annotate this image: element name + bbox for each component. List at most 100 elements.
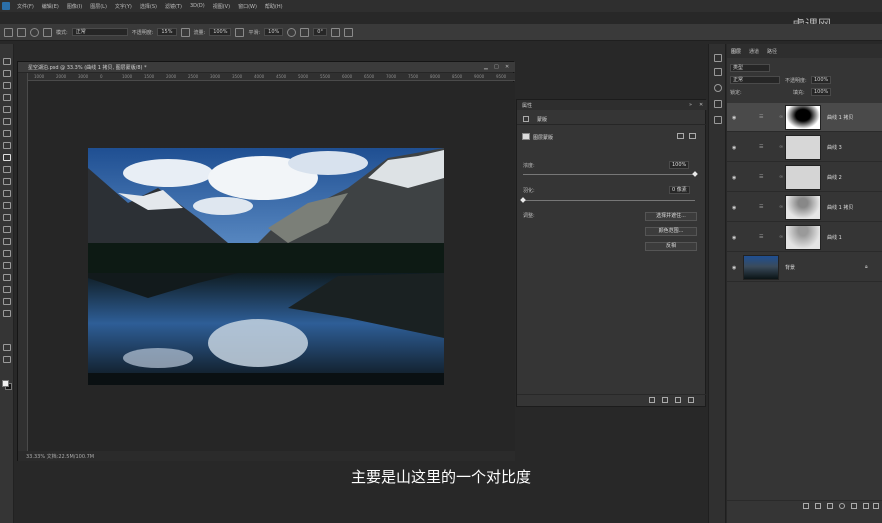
mask-link-icon[interactable]: ∞	[779, 174, 783, 180]
eraser-tool-icon[interactable]	[3, 190, 11, 197]
layer-row[interactable]: ◉ ☰ ∞ 曲线 2	[727, 163, 882, 192]
quick-mask-icon[interactable]	[3, 344, 11, 351]
menu-filter[interactable]: 滤镜(T)	[161, 3, 186, 10]
layer-style-icon[interactable]	[815, 503, 821, 509]
history-icon[interactable]	[714, 54, 722, 62]
fill-field[interactable]: 100%	[811, 88, 832, 96]
path-select-tool-icon[interactable]	[3, 262, 11, 269]
home-icon[interactable]	[4, 27, 13, 37]
layer-mask-thumbnail[interactable]	[785, 195, 821, 220]
menu-help[interactable]: 帮助(H)	[261, 3, 287, 10]
menu-view[interactable]: 视图(V)	[209, 3, 234, 10]
select-and-mask-button[interactable]: 选择并遮住...	[645, 212, 697, 221]
layer-name[interactable]: 曲线 3	[827, 144, 842, 151]
document-tab[interactable]: 星空湖泊.psd @ 33.3% (曲线 1 拷贝, 图层蒙版/8) * ▁ □…	[18, 62, 515, 72]
layer-mask-thumbnail[interactable]	[785, 165, 821, 190]
layer-thumbnail[interactable]	[743, 255, 779, 280]
mode-select[interactable]: 正常	[71, 28, 128, 36]
dodge-tool-icon[interactable]	[3, 226, 11, 233]
layer-kind-filter[interactable]: 类型	[730, 64, 770, 72]
minimize-icon[interactable]: ▁	[484, 64, 488, 70]
layer-row[interactable]: ◉ ☰ ∞ 曲线 1 拷贝	[727, 193, 882, 222]
curves-adjustment-icon[interactable]: ☰	[759, 144, 763, 150]
new-layer-icon[interactable]	[863, 503, 869, 509]
panel-close-icon[interactable]: ✕	[699, 102, 703, 108]
layers-opacity-field[interactable]: 100%	[811, 76, 832, 84]
link-layers-icon[interactable]	[803, 503, 809, 509]
add-mask-icon[interactable]	[827, 503, 833, 509]
collapse-icon[interactable]: »	[689, 102, 692, 108]
visibility-eye-icon[interactable]: ◉	[732, 115, 736, 121]
blur-tool-icon[interactable]	[3, 214, 11, 221]
maximize-icon[interactable]: □	[494, 64, 499, 70]
angle-field[interactable]: 0°	[313, 28, 327, 36]
delete-mask-icon[interactable]	[688, 397, 694, 403]
layer-mask-thumbnail[interactable]	[785, 135, 821, 160]
color-icon[interactable]	[714, 84, 722, 92]
layer-row[interactable]: ◉ ☰ ∞ 曲线 1	[727, 223, 882, 252]
ruler-vertical[interactable]	[18, 73, 28, 451]
invert-button[interactable]: 反相	[645, 242, 697, 251]
eyedropper-tool-icon[interactable]	[3, 130, 11, 137]
mask-link-icon[interactable]: ∞	[779, 114, 783, 120]
pen-tool-icon[interactable]	[3, 238, 11, 245]
curves-adjustment-icon[interactable]: ☰	[759, 174, 763, 180]
vector-mask-icon[interactable]	[689, 133, 696, 139]
pixel-mask-icon[interactable]	[523, 116, 529, 122]
brush-tool-icon[interactable]	[3, 154, 11, 161]
hand-tool-icon[interactable]	[3, 286, 11, 293]
pressure-opacity-icon[interactable]	[180, 27, 190, 37]
visibility-eye-icon[interactable]: ◉	[732, 265, 736, 271]
stamp-tool-icon[interactable]	[3, 166, 11, 173]
select-mask-icon[interactable]	[677, 133, 684, 139]
adjustment-layer-icon[interactable]	[839, 503, 845, 509]
visibility-eye-icon[interactable]: ◉	[732, 205, 736, 211]
layer-mask-thumbnail[interactable]	[785, 105, 821, 130]
screen-mode-icon[interactable]	[3, 356, 11, 363]
zoom-tool-icon[interactable]	[3, 298, 11, 305]
airbrush-icon[interactable]	[235, 27, 245, 37]
blend-mode-select[interactable]: 正常	[730, 76, 780, 84]
smoothing-field[interactable]: 10%	[264, 28, 284, 36]
layer-name[interactable]: 曲线 2	[827, 174, 842, 181]
tab-channels[interactable]: 通道	[749, 48, 759, 55]
opacity-field[interactable]: 15%	[157, 28, 177, 36]
menu-image[interactable]: 图像(I)	[63, 3, 86, 10]
curves-adjustment-icon[interactable]: ☰	[759, 204, 763, 210]
quick-select-tool-icon[interactable]	[3, 94, 11, 101]
menu-type[interactable]: 文字(Y)	[111, 3, 136, 10]
history-brush-tool-icon[interactable]	[3, 178, 11, 185]
curves-adjustment-icon[interactable]: ☰	[759, 234, 763, 240]
shape-tool-icon[interactable]	[3, 274, 11, 281]
photoshop-logo-icon[interactable]	[2, 2, 10, 10]
menu-file[interactable]: 文件(F)	[13, 3, 38, 10]
pressure-size-icon[interactable]	[330, 27, 340, 37]
lasso-tool-icon[interactable]	[3, 82, 11, 89]
move-tool-icon[interactable]	[3, 58, 11, 65]
density-slider-knob[interactable]	[692, 171, 698, 177]
layer-row[interactable]: ◉ 背景 🔒︎	[727, 253, 882, 282]
gradient-tool-icon[interactable]	[3, 202, 11, 209]
visibility-eye-icon[interactable]: ◉	[732, 175, 736, 181]
menu-select[interactable]: 选择(S)	[136, 3, 161, 10]
brush-panel-icon[interactable]	[43, 27, 52, 37]
symmetry-icon[interactable]	[343, 27, 353, 37]
feather-slider-knob[interactable]	[520, 197, 526, 203]
layer-mask-icon[interactable]	[522, 133, 530, 140]
layer-name[interactable]: 曲线 1 拷贝	[827, 114, 853, 121]
delete-layer-icon[interactable]	[873, 503, 879, 509]
curves-adjustment-icon[interactable]: ☰	[759, 114, 763, 120]
layer-name[interactable]: 曲线 1 拷贝	[827, 204, 853, 211]
density-slider[interactable]	[523, 174, 695, 175]
menu-edit[interactable]: 编辑(E)	[38, 3, 63, 10]
gear-icon[interactable]	[287, 27, 297, 37]
layer-name[interactable]: 曲线 1	[827, 234, 842, 241]
flow-field[interactable]: 100%	[209, 28, 232, 36]
properties-header[interactable]: 属性 » ✕	[517, 100, 707, 110]
disable-mask-icon[interactable]	[675, 397, 681, 403]
layer-name[interactable]: 背景	[785, 264, 795, 271]
visibility-eye-icon[interactable]: ◉	[732, 145, 736, 151]
feather-value[interactable]: 0 像素	[669, 186, 690, 194]
ruler-horizontal[interactable]: 1000 2000 3000 0 1000 1500 2000 2500 3000 3500 400…	[28, 73, 515, 81]
mask-link-icon[interactable]: ∞	[779, 234, 783, 240]
